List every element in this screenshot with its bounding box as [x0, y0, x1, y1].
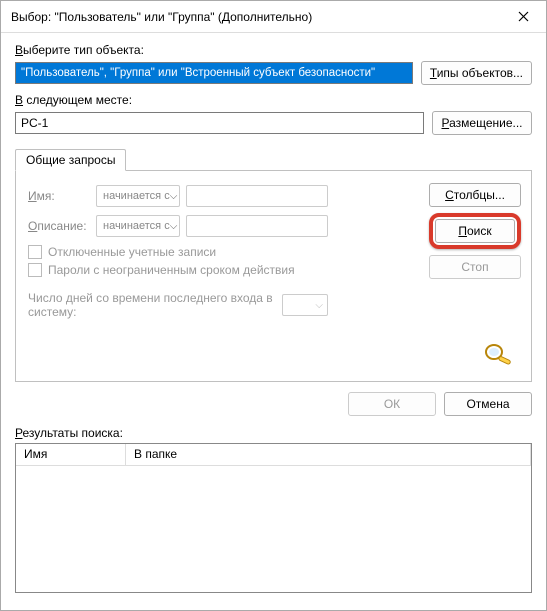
disabled-accounts-label: Отключенные учетные записи: [48, 245, 216, 259]
find-icon: [483, 341, 513, 365]
disabled-accounts-checkbox[interactable]: [28, 245, 42, 259]
query-form: Имя: начинается с⌵ Описание: начинается …: [28, 185, 328, 319]
location-field[interactable]: PC-1: [15, 112, 424, 134]
object-type-field[interactable]: "Пользователь", "Группа" или "Встроенный…: [15, 62, 413, 84]
results-label: Результаты поиска:: [15, 426, 532, 440]
object-types-button[interactable]: Типы объектов...: [421, 61, 532, 85]
tab-body: Имя: начинается с⌵ Описание: начинается …: [15, 170, 532, 382]
description-label: Описание:: [28, 219, 90, 233]
columns-button[interactable]: Столбцы...: [429, 183, 521, 207]
results-header: Имя В папке: [16, 444, 531, 466]
ok-button[interactable]: ОК: [348, 392, 436, 416]
location-button[interactable]: Размещение...: [432, 111, 532, 135]
chevron-down-icon: ⌵: [170, 221, 178, 232]
close-icon[interactable]: [501, 1, 546, 33]
nonexpiring-passwords-checkbox[interactable]: [28, 263, 42, 277]
query-tabs: Общие запросы Имя: начинается с⌵ Описани…: [15, 149, 532, 382]
name-match-dropdown[interactable]: начинается с⌵: [96, 185, 180, 207]
dialog-buttons: ОК Отмена: [15, 392, 532, 416]
tab-common-queries[interactable]: Общие запросы: [15, 149, 126, 171]
side-buttons: Столбцы... Поиск Стоп: [429, 183, 521, 279]
disabled-accounts-row[interactable]: Отключенные учетные записи: [28, 245, 328, 259]
cancel-button[interactable]: Отмена: [444, 392, 532, 416]
dialog-window: Выбор: "Пользователь" или "Группа" (Допо…: [0, 0, 547, 611]
nonexpiring-passwords-label: Пароли с неограниченным сроком действия: [48, 263, 295, 277]
description-match-dropdown[interactable]: начинается с⌵: [96, 215, 180, 237]
column-name[interactable]: Имя: [16, 444, 126, 465]
days-since-logon-dropdown[interactable]: ⌵: [282, 294, 328, 316]
location-label: В следующем месте:: [15, 93, 532, 107]
object-type-label: Выберите тип объекта:: [15, 43, 532, 57]
description-input[interactable]: [186, 215, 328, 237]
titlebar: Выбор: "Пользователь" или "Группа" (Допо…: [1, 1, 546, 33]
nonexpiring-passwords-row[interactable]: Пароли с неограниченным сроком действия: [28, 263, 328, 277]
name-input[interactable]: [186, 185, 328, 207]
dialog-content: Выберите тип объекта: "Пользователь", "Г…: [1, 33, 546, 599]
stop-button[interactable]: Стоп: [429, 255, 521, 279]
chevron-down-icon: ⌵: [315, 300, 323, 311]
name-label: Имя:: [28, 189, 90, 203]
search-highlight: Поиск: [429, 213, 521, 249]
results-list[interactable]: Имя В папке: [15, 443, 532, 593]
search-button[interactable]: Поиск: [435, 219, 515, 243]
window-title: Выбор: "Пользователь" или "Группа" (Допо…: [11, 10, 501, 24]
column-folder[interactable]: В папке: [126, 444, 531, 465]
days-since-logon-label: Число дней со времени последнего входа в…: [28, 291, 274, 319]
chevron-down-icon: ⌵: [170, 191, 178, 202]
